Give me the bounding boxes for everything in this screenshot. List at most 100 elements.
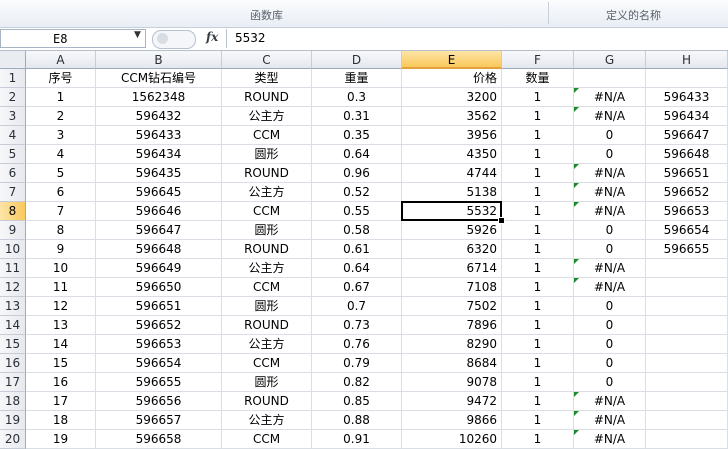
cell-e19[interactable]: 9866 [402,411,502,430]
cell-b4[interactable]: 596433 [96,126,222,145]
cell-c9[interactable]: 圆形 [222,221,312,240]
cell-a17[interactable]: 16 [26,373,96,392]
cell-a13[interactable]: 12 [26,297,96,316]
cell-e20[interactable]: 10260 [402,430,502,449]
cell-g10[interactable]: 0 [574,240,646,259]
cell-a9[interactable]: 8 [26,221,96,240]
cell-a20[interactable]: 19 [26,430,96,449]
cell-b13[interactable]: 596651 [96,297,222,316]
error-indicator-icon[interactable] [574,183,579,188]
cell-f15[interactable]: 1 [502,335,574,354]
cell-d17[interactable]: 0.82 [312,373,402,392]
cell-d15[interactable]: 0.76 [312,335,402,354]
cell-c6[interactable]: ROUND [222,164,312,183]
row-header[interactable]: 4 [0,126,26,145]
cell-e7[interactable]: 5138 [402,183,502,202]
cell-h4[interactable]: 596647 [646,126,728,145]
cell-h10[interactable]: 596655 [646,240,728,259]
error-indicator-icon[interactable] [574,430,579,435]
cell-e11[interactable]: 6714 [402,259,502,278]
cell-h2[interactable]: 596433 [646,88,728,107]
row-header[interactable]: 17 [0,373,26,392]
error-indicator-icon[interactable] [574,88,579,93]
cell-d13[interactable]: 0.7 [312,297,402,316]
select-all-corner[interactable] [0,51,26,69]
cell-d7[interactable]: 0.52 [312,183,402,202]
cell-b20[interactable]: 596658 [96,430,222,449]
cell-g3[interactable]: #N/A [574,107,646,126]
cell-a18[interactable]: 17 [26,392,96,411]
cell-a10[interactable]: 9 [26,240,96,259]
cell-e4[interactable]: 3956 [402,126,502,145]
row-header[interactable]: 5 [0,145,26,164]
row-header[interactable]: 14 [0,316,26,335]
cell-f9[interactable]: 1 [502,221,574,240]
cell-d1[interactable]: 重量 [312,69,402,88]
cell-f13[interactable]: 1 [502,297,574,316]
cell-g17[interactable]: 0 [574,373,646,392]
cell-f12[interactable]: 1 [502,278,574,297]
cell-b17[interactable]: 596655 [96,373,222,392]
cell-f19[interactable]: 1 [502,411,574,430]
cell-h13[interactable] [646,297,728,316]
cell-b10[interactable]: 596648 [96,240,222,259]
cell-c7[interactable]: 公主方 [222,183,312,202]
cell-a6[interactable]: 5 [26,164,96,183]
cell-a4[interactable]: 3 [26,126,96,145]
chevron-down-icon[interactable]: ▼ [134,30,141,40]
cell-e18[interactable]: 9472 [402,392,502,411]
cell-h16[interactable] [646,354,728,373]
formula-bar-resize-handle[interactable] [152,30,196,49]
cell-a11[interactable]: 10 [26,259,96,278]
error-indicator-icon[interactable] [574,278,579,283]
cell-b7[interactable]: 596645 [96,183,222,202]
cell-g15[interactable]: 0 [574,335,646,354]
cell-f16[interactable]: 1 [502,354,574,373]
cell-e6[interactable]: 4744 [402,164,502,183]
cell-a12[interactable]: 11 [26,278,96,297]
cell-g5[interactable]: 0 [574,145,646,164]
cell-e1[interactable]: 价格 [402,69,502,88]
row-header[interactable]: 12 [0,278,26,297]
cell-a7[interactable]: 6 [26,183,96,202]
cell-h17[interactable] [646,373,728,392]
cell-a5[interactable]: 4 [26,145,96,164]
cell-c11[interactable]: 公主方 [222,259,312,278]
cell-d2[interactable]: 0.3 [312,88,402,107]
cell-d19[interactable]: 0.88 [312,411,402,430]
cell-e13[interactable]: 7502 [402,297,502,316]
cell-b9[interactable]: 596647 [96,221,222,240]
cell-c2[interactable]: ROUND [222,88,312,107]
cell-b16[interactable]: 596654 [96,354,222,373]
cell-d9[interactable]: 0.58 [312,221,402,240]
cell-g2[interactable]: #N/A [574,88,646,107]
cell-h20[interactable] [646,430,728,449]
cell-b2[interactable]: 1562348 [96,88,222,107]
cell-e8[interactable]: 5532 [402,202,502,221]
cell-g11[interactable]: #N/A [574,259,646,278]
row-header[interactable]: 11 [0,259,26,278]
column-header-a[interactable]: A [26,51,96,69]
name-box[interactable]: E8 ▼ [0,29,146,48]
cell-g8[interactable]: #N/A [574,202,646,221]
column-header-d[interactable]: D [312,51,402,69]
cell-b18[interactable]: 596656 [96,392,222,411]
cell-c8[interactable]: CCM [222,202,312,221]
cell-e5[interactable]: 4350 [402,145,502,164]
cell-d4[interactable]: 0.35 [312,126,402,145]
cell-d16[interactable]: 0.79 [312,354,402,373]
cell-d14[interactable]: 0.73 [312,316,402,335]
cell-c3[interactable]: 公主方 [222,107,312,126]
row-header[interactable]: 7 [0,183,26,202]
cell-e10[interactable]: 6320 [402,240,502,259]
column-header-h[interactable]: H [646,51,728,69]
cell-b19[interactable]: 596657 [96,411,222,430]
cell-h12[interactable] [646,278,728,297]
row-header[interactable]: 16 [0,354,26,373]
column-header-g[interactable]: G [574,51,646,69]
cell-b14[interactable]: 596652 [96,316,222,335]
cell-f2[interactable]: 1 [502,88,574,107]
cell-a14[interactable]: 13 [26,316,96,335]
cell-f11[interactable]: 1 [502,259,574,278]
cell-h5[interactable]: 596648 [646,145,728,164]
